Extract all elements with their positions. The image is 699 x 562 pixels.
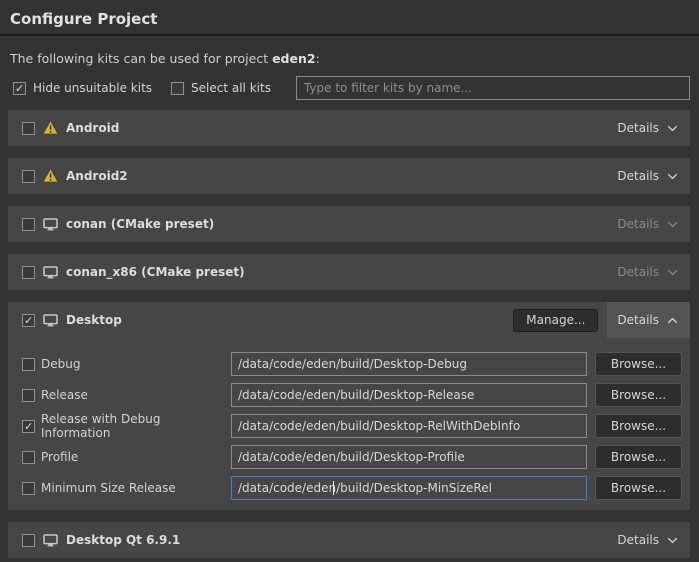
hide-unsuitable-checkbox[interactable] (13, 82, 26, 95)
build-dir-field (231, 414, 587, 438)
details-label: Details (617, 533, 659, 547)
config-checkbox[interactable] (22, 358, 35, 371)
kit-name: Desktop (66, 313, 122, 327)
kit-checkbox[interactable] (22, 122, 35, 135)
details-label: Details (617, 265, 659, 279)
warning-icon (43, 169, 58, 183)
browse-button[interactable]: Browse... (595, 414, 682, 438)
config-label: Release (41, 388, 231, 402)
kit-row: Desktop Qt 6.9.1 Details (8, 522, 690, 558)
select-all-checkbox[interactable] (171, 82, 184, 95)
page-header: Configure Project (0, 0, 699, 36)
config-row: Debug Browse... (22, 352, 682, 376)
kit-details-button[interactable]: Details (607, 110, 690, 146)
kit-details-button[interactable]: Details (607, 158, 690, 194)
config-label: Profile (41, 450, 231, 464)
hide-unsuitable-label: Hide unsuitable kits (33, 81, 152, 95)
browse-button[interactable]: Browse... (595, 445, 682, 469)
browse-button[interactable]: Browse... (595, 476, 682, 500)
configure-project-page: Configure Project The following kits can… (0, 0, 699, 562)
kit-row: Desktop Manage... Details Debug Browse..… (8, 302, 690, 510)
chevron-down-icon (667, 537, 678, 544)
kit-checkbox[interactable] (22, 266, 35, 279)
select-all-label: Select all kits (191, 81, 271, 95)
page-title: Configure Project (10, 10, 689, 28)
kit-filter-toolbar: Hide unsuitable kits Select all kits (13, 76, 690, 100)
desktop-icon (43, 266, 58, 279)
chevron-down-icon (667, 221, 678, 228)
config-checkbox[interactable] (22, 389, 35, 402)
build-dir-input[interactable] (231, 383, 587, 407)
config-checkbox[interactable] (22, 420, 35, 433)
build-dir-field (231, 445, 587, 469)
kit-filter-input[interactable] (296, 76, 690, 100)
browse-button[interactable]: Browse... (595, 352, 682, 376)
config-label: Minimum Size Release (41, 481, 231, 495)
kit-details-button[interactable]: Details (607, 254, 690, 290)
kit-header: Android2 Details (8, 158, 690, 194)
config-label: Debug (41, 357, 231, 371)
build-dir-input[interactable] (231, 445, 587, 469)
details-label: Details (617, 121, 659, 135)
desktop-icon (43, 314, 58, 327)
kit-checkbox[interactable] (22, 170, 35, 183)
build-dir-input[interactable] (231, 414, 587, 438)
chevron-down-icon (667, 173, 678, 180)
chevron-down-icon (667, 125, 678, 132)
kit-row: Android Details (8, 110, 690, 146)
desktop-icon (43, 218, 58, 231)
kit-name: Android2 (66, 169, 128, 183)
config-checkbox[interactable] (22, 451, 35, 464)
kit-details-button[interactable]: Details (607, 206, 690, 242)
intro-suffix: : (316, 51, 320, 66)
desktop-icon (43, 534, 58, 547)
kit-header: Desktop Qt 6.9.1 Details (8, 522, 690, 558)
kit-details-button[interactable]: Details (607, 302, 690, 338)
kit-configs: Debug Browse... Release Browse... Releas… (8, 338, 690, 510)
kit-details-button[interactable]: Details (607, 522, 690, 558)
config-row: Minimum Size Release Browse... (22, 476, 682, 500)
project-name: eden2 (272, 51, 316, 66)
config-row: Release with Debug Information Browse... (22, 414, 682, 438)
manage-button[interactable]: Manage... (513, 309, 598, 332)
kit-checkbox[interactable] (22, 314, 35, 327)
build-dir-field (231, 383, 587, 407)
kit-checkbox[interactable] (22, 218, 35, 231)
intro-prefix: The following kits can be used for proje… (10, 51, 272, 66)
build-dir-field (231, 352, 587, 376)
build-dir-input[interactable] (231, 476, 587, 500)
config-checkbox[interactable] (22, 482, 35, 495)
kit-list: Android Details (8, 110, 690, 558)
kit-header: conan_x86 (CMake preset) Details (8, 254, 690, 290)
kit-name: Desktop Qt 6.9.1 (66, 533, 180, 547)
kit-row: conan_x86 (CMake preset) Details (8, 254, 690, 290)
kit-header: conan (CMake preset) Details (8, 206, 690, 242)
kit-header: Android Details (8, 110, 690, 146)
build-dir-input[interactable] (231, 352, 587, 376)
build-dir-field (231, 476, 587, 500)
kit-name: Android (66, 121, 119, 135)
chevron-down-icon (667, 269, 678, 276)
config-row: Release Browse... (22, 383, 682, 407)
kit-checkbox[interactable] (22, 534, 35, 547)
warning-icon (43, 121, 58, 135)
details-label: Details (617, 217, 659, 231)
text-caret (333, 481, 334, 495)
intro-text: The following kits can be used for proje… (10, 51, 689, 66)
browse-button[interactable]: Browse... (595, 383, 682, 407)
config-label: Release with Debug Information (41, 412, 231, 440)
details-label: Details (617, 169, 659, 183)
kit-row: conan (CMake preset) Details (8, 206, 690, 242)
kit-name: conan (CMake preset) (66, 217, 214, 231)
kit-name: conan_x86 (CMake preset) (66, 265, 245, 279)
kit-row: Android2 Details (8, 158, 690, 194)
chevron-down-icon (667, 317, 678, 324)
details-label: Details (617, 313, 659, 327)
kit-header: Desktop Manage... Details (8, 302, 690, 338)
config-row: Profile Browse... (22, 445, 682, 469)
